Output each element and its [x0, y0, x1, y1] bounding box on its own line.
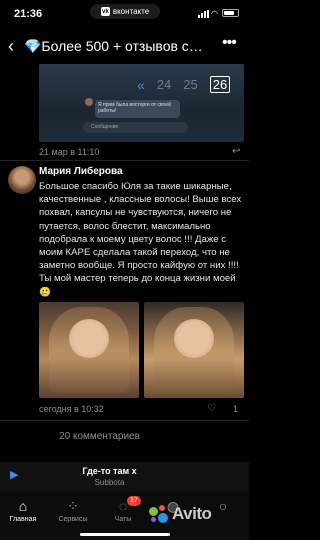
avatar[interactable]: [8, 166, 36, 194]
chat-badge: 17: [127, 496, 141, 506]
music-player[interactable]: ▶ Где-то там x Subbota: [0, 462, 249, 492]
embedded-message-input: Сообщение: [83, 122, 188, 133]
signal-icon: [198, 10, 209, 18]
pager: « 24 25 26: [137, 76, 231, 93]
tab-chats[interactable]: ◌ 17 Чаты: [100, 496, 146, 523]
avito-wordmark: Avito: [172, 504, 212, 523]
comment-photo[interactable]: [39, 302, 139, 398]
pager-item: 24: [156, 77, 172, 92]
post-image[interactable]: « 24 25 26 Я прям была восторге от своей…: [39, 64, 244, 142]
comment-author[interactable]: Мария Либерова: [39, 166, 123, 177]
status-bar: 21:36 vk вконтакте ◠: [0, 0, 249, 28]
comment-text: Большое спасибо Юля за такие шикарные, к…: [39, 181, 242, 298]
status-time: 21:36: [14, 8, 43, 20]
player-song: Где-то там x: [82, 466, 137, 476]
divider: [0, 160, 249, 161]
photo-face: [174, 319, 214, 358]
tab-services[interactable]: ⁘ Сервисы: [50, 498, 96, 523]
tab-label: Главная: [9, 516, 37, 523]
comment-date: сегодня в 10:32: [39, 404, 104, 414]
tab-label: Чаты: [114, 516, 132, 523]
home-indicator: [80, 533, 170, 536]
comment-photo[interactable]: [144, 302, 244, 398]
reply-icon[interactable]: ↩: [232, 146, 240, 157]
tab-label: Сервисы: [58, 516, 88, 523]
pager-item: 25: [183, 77, 198, 92]
vk-pill-label: вконтакте: [112, 7, 150, 16]
avito-watermark: Avito: [148, 504, 212, 524]
embedded-chat-bubble: Я прям была восторге от своей работы!: [95, 100, 180, 118]
photo-face: [69, 319, 109, 358]
battery-fill: [224, 11, 235, 15]
avito-logo-icon: [148, 505, 170, 523]
pager-chevron-icon: «: [137, 76, 145, 93]
services-icon: ⁘: [67, 498, 79, 514]
player-artist: Subbota: [94, 478, 125, 487]
battery-icon: [222, 9, 239, 17]
home-icon: ⌂: [18, 498, 28, 514]
header: ‹ 💎Более 500 + отзывов с… •••: [0, 30, 249, 64]
more-icon[interactable]: •••: [222, 34, 237, 52]
back-icon[interactable]: ‹: [8, 36, 14, 57]
like-count: 1: [233, 404, 239, 414]
comments-count[interactable]: 20 комментариев: [0, 431, 249, 442]
like-icon[interactable]: ♡: [207, 403, 216, 414]
page-title: 💎Более 500 + отзывов с…: [24, 38, 203, 54]
post-date: 21 мар в 11:10: [39, 147, 100, 157]
vk-app-pill[interactable]: vk вконтакте: [90, 4, 160, 19]
pager-item-active: 26: [209, 76, 231, 93]
embedded-avatar: [85, 98, 93, 106]
tab-home[interactable]: ⌂ Главная: [0, 498, 46, 523]
vk-logo-icon: vk: [100, 7, 110, 16]
wifi-icon: ◠: [211, 9, 218, 18]
comment-photos: [39, 302, 244, 398]
divider: [0, 420, 249, 421]
